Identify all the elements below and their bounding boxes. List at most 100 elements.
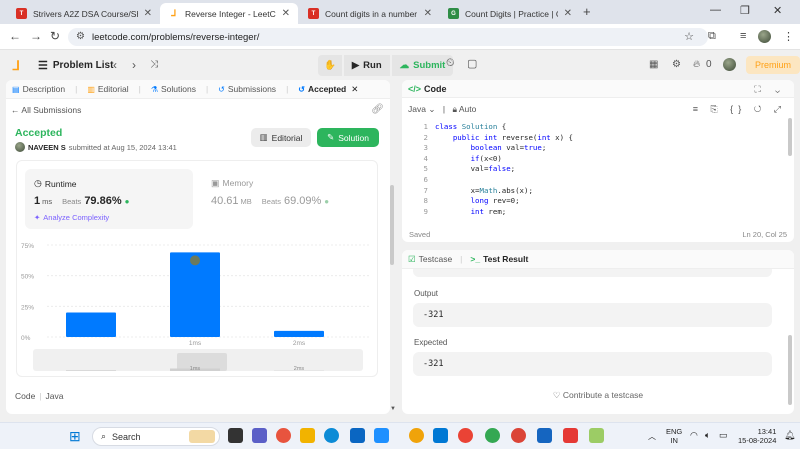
user-name[interactable]: NAVEEN S — [28, 143, 66, 152]
close-icon[interactable]: ✕ — [282, 8, 290, 19]
heart-icon: ♡ — [552, 390, 561, 400]
restore-icon[interactable]: ❐ — [740, 4, 750, 17]
editor-scrollbar[interactable] — [788, 118, 792, 156]
battery-icon[interactable]: ▭ — [719, 430, 728, 441]
tray-chevron-icon[interactable]: ︿ — [648, 431, 656, 442]
line-text: int rem; — [470, 206, 507, 216]
line-number: 9 — [423, 206, 428, 216]
app-icon[interactable] — [409, 428, 424, 443]
new-tab-icon[interactable]: + — [583, 4, 591, 19]
window-close-icon[interactable]: ✕ — [773, 4, 782, 17]
debug-button[interactable]: ✋ — [318, 55, 342, 76]
volume-icon[interactable]: 🔈︎ — [705, 430, 710, 441]
tab-solutions[interactable]: ⚗ Solutions — [151, 84, 196, 94]
app-icon[interactable] — [589, 428, 604, 443]
tab-submissions[interactable]: ↺ Submissions — [218, 84, 276, 94]
runtime-card[interactable]: ◷ Runtime 1 ms Beats 79.86% ● ✦ Analyze Co… — [25, 169, 193, 229]
task-view-icon[interactable] — [228, 428, 243, 443]
document-icon: ▤ — [12, 84, 20, 94]
notification-bell-icon[interactable]: 🔔︎ — [784, 430, 795, 441]
close-tab-icon[interactable]: ✕ — [351, 84, 358, 95]
prev-problem-icon[interactable]: ‹ — [113, 58, 117, 72]
next-problem-icon[interactable]: › — [132, 58, 136, 72]
timer-icon[interactable]: ⏲ — [446, 57, 455, 70]
browser-tab[interactable]: T Count digits in a number - Tuto ✕ — [300, 3, 440, 24]
copilot-icon[interactable] — [276, 428, 291, 443]
gallery-icon[interactable] — [537, 428, 552, 443]
analyze-complexity-link[interactable]: ✦ Analyze Complexity — [34, 213, 109, 222]
browser-tab-active[interactable]: ᒧ Reverse Integer - LeetCode ✕ — [160, 3, 298, 24]
back-icon[interactable]: ← — [9, 29, 21, 43]
streak-fire-icon[interactable]: 🔥︎ — [693, 59, 700, 70]
edge-icon[interactable] — [324, 428, 339, 443]
tab-description[interactable]: ▤ Description — [12, 84, 65, 94]
tab-editorial[interactable]: ▥ Editorial — [87, 84, 128, 94]
file-explorer-icon[interactable] — [300, 428, 315, 443]
chart-overview-window — [177, 353, 227, 371]
left-scrollbar[interactable] — [390, 185, 394, 265]
browser-tab[interactable]: G Count Digits | Practice | Geeksfo ✕ — [440, 3, 580, 24]
editorial-button[interactable]: ▥ Editorial — [251, 128, 311, 147]
taskbar-search[interactable]: ⌕ Search — [92, 427, 220, 446]
close-icon[interactable]: ✕ — [144, 8, 152, 19]
teams-icon[interactable] — [252, 428, 267, 443]
memory-label[interactable]: ▣ Memory — [211, 178, 253, 189]
chrome-profile-icon[interactable] — [511, 428, 526, 443]
code-line: 2 public int reverse(int x) { — [402, 133, 794, 144]
wifi-icon[interactable]: ◠ — [690, 430, 698, 441]
chrome-icon[interactable] — [458, 428, 473, 443]
all-submissions-link[interactable]: ← All Submissions — [11, 105, 81, 115]
submission-panel: ▤ Description | ▥ Editorial | ⚗ Solutions |… — [6, 80, 390, 414]
shuffle-icon[interactable]: ⤨ — [150, 59, 158, 70]
bookmark-star-icon[interactable]: ☆ — [684, 30, 694, 43]
reload-icon[interactable]: ↻ — [50, 29, 60, 43]
premium-button[interactable]: Premium — [746, 56, 800, 74]
tab-accepted[interactable]: ↺ Accepted ✕ — [298, 84, 358, 95]
submit-button[interactable]: ☁ Submit — [391, 55, 454, 76]
problem-list-button[interactable]: ☰ Problem List — [38, 59, 113, 72]
tab-divider: | — [205, 84, 209, 94]
photos-icon[interactable] — [433, 428, 448, 443]
chrome-profile-icon[interactable] — [485, 428, 500, 443]
profile-avatar[interactable] — [758, 30, 771, 46]
tab-test-result[interactable]: >_ Test Result — [470, 254, 528, 264]
code-line: 9 int rem; — [402, 207, 794, 218]
share-link-icon[interactable]: 🔗︎ — [371, 104, 384, 115]
leetcode-logo-icon[interactable]: ᒧ — [12, 58, 24, 73]
close-icon[interactable]: ✕ — [424, 8, 432, 19]
gfg-favicon-icon: G — [448, 8, 459, 19]
tab-testcase[interactable]: ☑ Testcase — [408, 254, 452, 265]
clock[interactable]: 13:41 15-08-2024 — [738, 427, 776, 445]
youtube-icon[interactable] — [563, 428, 578, 443]
browser-menu-icon[interactable]: ⋮ — [783, 30, 794, 43]
run-button[interactable]: ▶ Run — [343, 55, 390, 76]
site-info-icon[interactable]: ⚙ — [76, 31, 85, 42]
minimize-icon[interactable]: — — [710, 4, 721, 16]
code-panel-header: </> Code — [402, 80, 794, 98]
auto-mode[interactable]: 🔒︎ Auto — [452, 104, 476, 114]
notes-icon[interactable]: ▢ — [467, 57, 477, 70]
forward-icon[interactable]: → — [30, 29, 42, 43]
user-avatar[interactable] — [723, 58, 736, 74]
settings-icon[interactable]: ⚙ — [672, 59, 681, 70]
layout-icon[interactable]: ▦ — [649, 59, 658, 70]
store-icon[interactable] — [374, 428, 389, 443]
language-select[interactable]: Java ⌄ — [408, 104, 435, 114]
url-bar[interactable]: ⚙ leetcode.com/problems/reverse-integer/… — [68, 28, 708, 46]
panel-window-icons[interactable]: ⛶ ⌄ — [754, 84, 786, 95]
result-scrollbar[interactable] — [788, 335, 792, 405]
language-indicator[interactable]: ENG IN — [666, 427, 682, 445]
browser-tab[interactable]: T Strivers A2Z DSA Course/Sheet ✕ — [8, 3, 160, 24]
code-area[interactable]: 1 class Solution { 2 public int reverse(i… — [402, 122, 794, 218]
extensions-icon[interactable]: ⧉ — [708, 30, 716, 43]
time-text: 13:41 — [757, 427, 777, 436]
close-icon[interactable]: ✕ — [564, 8, 572, 19]
memory-value: 40.61 MB Beats 69.09% ● — [211, 195, 329, 207]
solution-button[interactable]: ✎ Solution — [317, 128, 379, 147]
sidebar-icon[interactable]: ≡ — [740, 30, 746, 42]
editor-tools[interactable]: ≡ ⎘ {} ↺ ⤢ — [693, 104, 786, 115]
linkedin-icon[interactable] — [350, 428, 365, 443]
scroll-down-icon[interactable]: ▼ — [390, 406, 396, 412]
windows-start-icon[interactable]: ⊞ — [69, 428, 84, 444]
contribute-testcase-link[interactable]: ♡ Contribute a testcase — [402, 390, 794, 401]
